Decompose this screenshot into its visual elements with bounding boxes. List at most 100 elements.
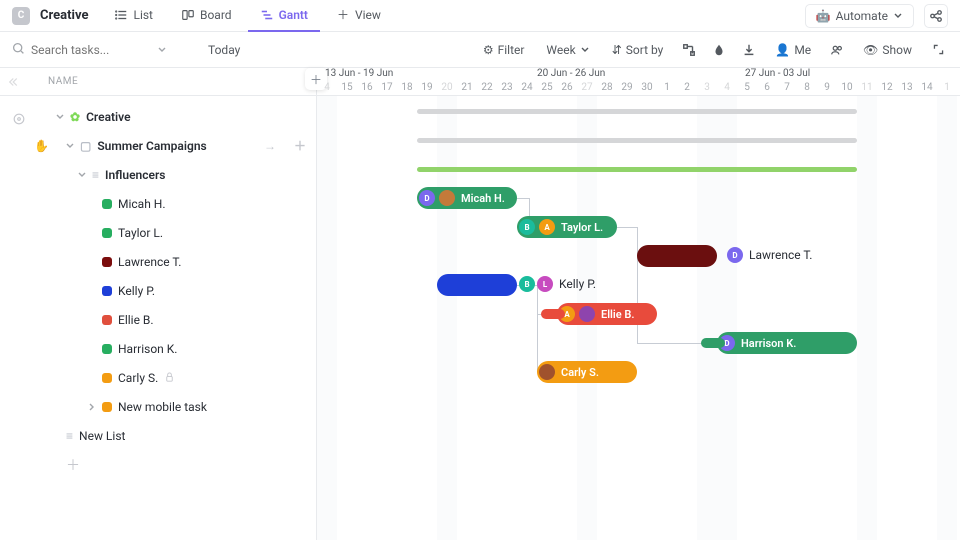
day-cell: 17 (377, 82, 397, 96)
tree-task[interactable]: Micah H. (0, 189, 316, 218)
day-cell: 1 (937, 82, 957, 96)
space-badge[interactable]: C (12, 7, 30, 25)
tree-task[interactable]: Kelly P. (0, 276, 316, 305)
week-label: 27 Jun - 03 Jul (745, 68, 810, 79)
show-label: Show (882, 43, 912, 57)
day-cell: 26 (557, 82, 577, 96)
day-cell: 29 (617, 82, 637, 96)
avatar: D (727, 247, 743, 263)
day-cell: 25 (537, 82, 557, 96)
path-icon[interactable] (679, 40, 699, 60)
gantt-bar[interactable] (637, 245, 717, 267)
show-button[interactable]: 👁Show (857, 39, 918, 61)
status-square (102, 257, 112, 267)
day-cell: 20 (437, 82, 457, 96)
avatar (539, 364, 555, 380)
avatar (579, 306, 595, 322)
day-cell: 15 (337, 82, 357, 96)
gantt-bar[interactable]: AEllie B. (557, 303, 657, 325)
dependency-line (637, 256, 638, 343)
download-icon[interactable] (739, 40, 759, 60)
timescale-dropdown[interactable]: Week (540, 39, 595, 61)
day-cell: 22 (477, 82, 497, 96)
tree-task[interactable]: New mobile task (0, 392, 316, 421)
new-list-button[interactable]: ≡New List (0, 421, 316, 450)
droplet-icon[interactable] (709, 40, 729, 60)
today-button[interactable]: Today (202, 39, 246, 61)
home-icon[interactable] (12, 112, 26, 129)
avatar: B (519, 276, 535, 292)
gantt-bar[interactable]: BATaylor L. (517, 216, 617, 238)
bar-tail (541, 309, 565, 319)
day-cell: 19 (417, 82, 437, 96)
tree-list[interactable]: ≡Influencers (0, 160, 316, 189)
search-field[interactable] (12, 42, 192, 58)
day-cell: 23 (497, 82, 517, 96)
group-bar[interactable] (417, 138, 857, 143)
day-cell: 16 (357, 82, 377, 96)
weekend-stripe (857, 96, 877, 540)
tree-space[interactable]: ✿Creative (0, 102, 316, 131)
me-filter-button[interactable]: 👤Me (769, 39, 817, 61)
day-cell: 5 (737, 82, 757, 96)
expand-icon[interactable] (928, 40, 948, 60)
bar-label: Ellie B. (601, 308, 635, 321)
tree-task[interactable]: Ellie B. (0, 305, 316, 334)
arrow-right-icon[interactable]: → (264, 139, 276, 153)
filter-button[interactable]: ⚙Filter (477, 39, 531, 61)
tab-board[interactable]: Board (169, 0, 244, 32)
day-cell: 18 (397, 82, 417, 96)
day-cell: 28 (597, 82, 617, 96)
collapse-sidebar-icon[interactable] (8, 75, 48, 89)
day-cell: 24 (517, 82, 537, 96)
status-square (102, 286, 112, 296)
tab-gantt-label: Gantt (279, 8, 308, 22)
plus-icon: ＋ (336, 8, 350, 22)
bar-tail (701, 338, 725, 348)
people-icon[interactable] (827, 40, 847, 60)
gantt-bar[interactable]: DHarrison K. (717, 332, 857, 354)
tab-gantt[interactable]: Gantt (248, 0, 320, 32)
share-button[interactable] (924, 4, 948, 28)
search-input[interactable] (31, 43, 151, 57)
tab-add-label: View (355, 8, 381, 22)
day-cell: 13 (897, 82, 917, 96)
tree-task[interactable]: Lawrence T. (0, 247, 316, 276)
weekend-stripe (937, 96, 957, 540)
dependency-line (617, 227, 637, 228)
day-cell: 12 (877, 82, 897, 96)
tree-task[interactable]: Carly S. (0, 363, 316, 392)
filter-icon: ⚙ (483, 43, 494, 57)
gantt-bar[interactable]: Carly S. (537, 361, 637, 383)
bar-label: Harrison K. (741, 337, 796, 350)
sortby-button[interactable]: ⇵Sort by (606, 39, 670, 61)
tree-task[interactable]: Taylor L. (0, 218, 316, 247)
week-label: 13 Jun - 19 Jun (325, 68, 393, 79)
tree-task[interactable]: Harrison K. (0, 334, 316, 363)
add-item-button[interactable]: ＋ (0, 450, 316, 479)
board-icon (181, 8, 195, 22)
day-cell: 6 (757, 82, 777, 96)
avatar: L (537, 276, 553, 292)
dependency-line (537, 285, 538, 372)
chevron-down-icon (580, 45, 590, 55)
bar-label: Taylor L. (561, 221, 603, 234)
space-icon: ✿ (70, 110, 80, 124)
chevron-down-icon[interactable] (157, 45, 167, 55)
search-icon (12, 42, 25, 58)
tree-folder[interactable]: ✋▢Summer Campaigns→ ＋ (0, 131, 316, 160)
group-bar[interactable] (417, 167, 857, 172)
automate-button[interactable]: 🤖 Automate (805, 4, 914, 28)
bar-outside-label: Lawrence T. (749, 248, 812, 262)
plus-icon[interactable]: ＋ (294, 137, 306, 154)
column-name-header: NAME (48, 76, 78, 87)
tab-list[interactable]: List (102, 0, 165, 32)
group-bar[interactable] (417, 109, 857, 114)
chevron-down-icon (893, 11, 903, 21)
gantt-bar[interactable] (437, 274, 517, 296)
weekend-stripe (317, 96, 337, 540)
tab-add-view[interactable]: ＋ View (324, 0, 393, 32)
automate-label: Automate (836, 9, 888, 23)
status-square (102, 315, 112, 325)
gantt-bar[interactable]: DMicah H. (417, 187, 517, 209)
